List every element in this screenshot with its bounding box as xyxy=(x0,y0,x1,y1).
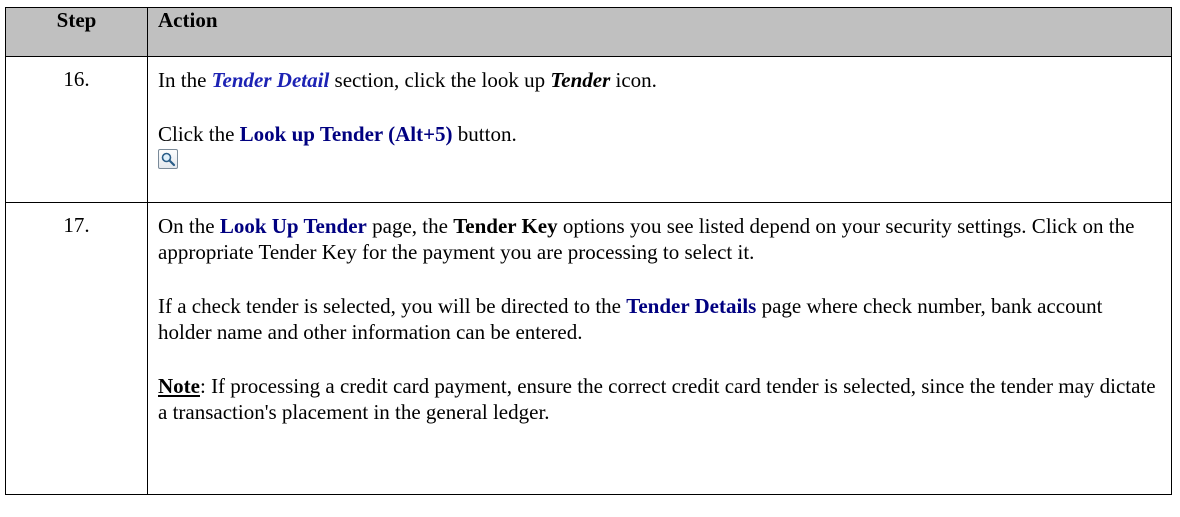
text-run: If a check tender is selected, you will … xyxy=(158,294,627,318)
step-action: In the Tender Detail section, click the … xyxy=(147,56,1172,203)
instruction-text: If a check tender is selected, you will … xyxy=(158,293,1159,345)
page-name: Look Up Tender xyxy=(219,214,367,238)
button-name: Look up Tender (Alt+5) xyxy=(239,122,453,146)
instruction-text: On the Look Up Tender page, the Tender K… xyxy=(158,213,1159,265)
text-run: section, click the look up xyxy=(329,68,551,92)
step-number: 17. xyxy=(5,202,148,495)
table-row: 17. On the Look Up Tender page, the Tend… xyxy=(5,202,1172,495)
text-run: : If processing a credit card payment, e… xyxy=(158,374,1156,424)
step-action: On the Look Up Tender page, the Tender K… xyxy=(147,202,1172,495)
step-number: 16. xyxy=(5,56,148,203)
field-name: Tender Key xyxy=(453,214,558,238)
steps-table: Step Action 16. In the Tender Detail sec… xyxy=(5,7,1172,495)
header-row: Step Action xyxy=(5,7,1172,57)
section-name: Tender Detail xyxy=(211,68,330,92)
text-run: page, the xyxy=(366,214,454,238)
page-name: Tender Details xyxy=(626,294,757,318)
magnifier-lookup-icon[interactable] xyxy=(158,149,178,169)
text-run: In the xyxy=(158,68,212,92)
table-row: 16. In the Tender Detail section, click … xyxy=(5,56,1172,203)
field-name: Tender xyxy=(550,68,611,92)
text-run: icon. xyxy=(610,68,657,92)
action-column-header: Action xyxy=(147,7,1172,57)
text-run: button. xyxy=(452,122,517,146)
note-text: Note: If processing a credit card paymen… xyxy=(158,373,1159,425)
step-column-header: Step xyxy=(5,7,148,57)
magnifier-icon xyxy=(161,152,176,167)
note-label: Note xyxy=(158,374,200,398)
instruction-text: In the Tender Detail section, click the … xyxy=(158,67,1159,93)
text-run: On the xyxy=(158,214,220,238)
text-run: Click the xyxy=(158,122,240,146)
instruction-text: Click the Look up Tender (Alt+5) button. xyxy=(158,121,1159,147)
